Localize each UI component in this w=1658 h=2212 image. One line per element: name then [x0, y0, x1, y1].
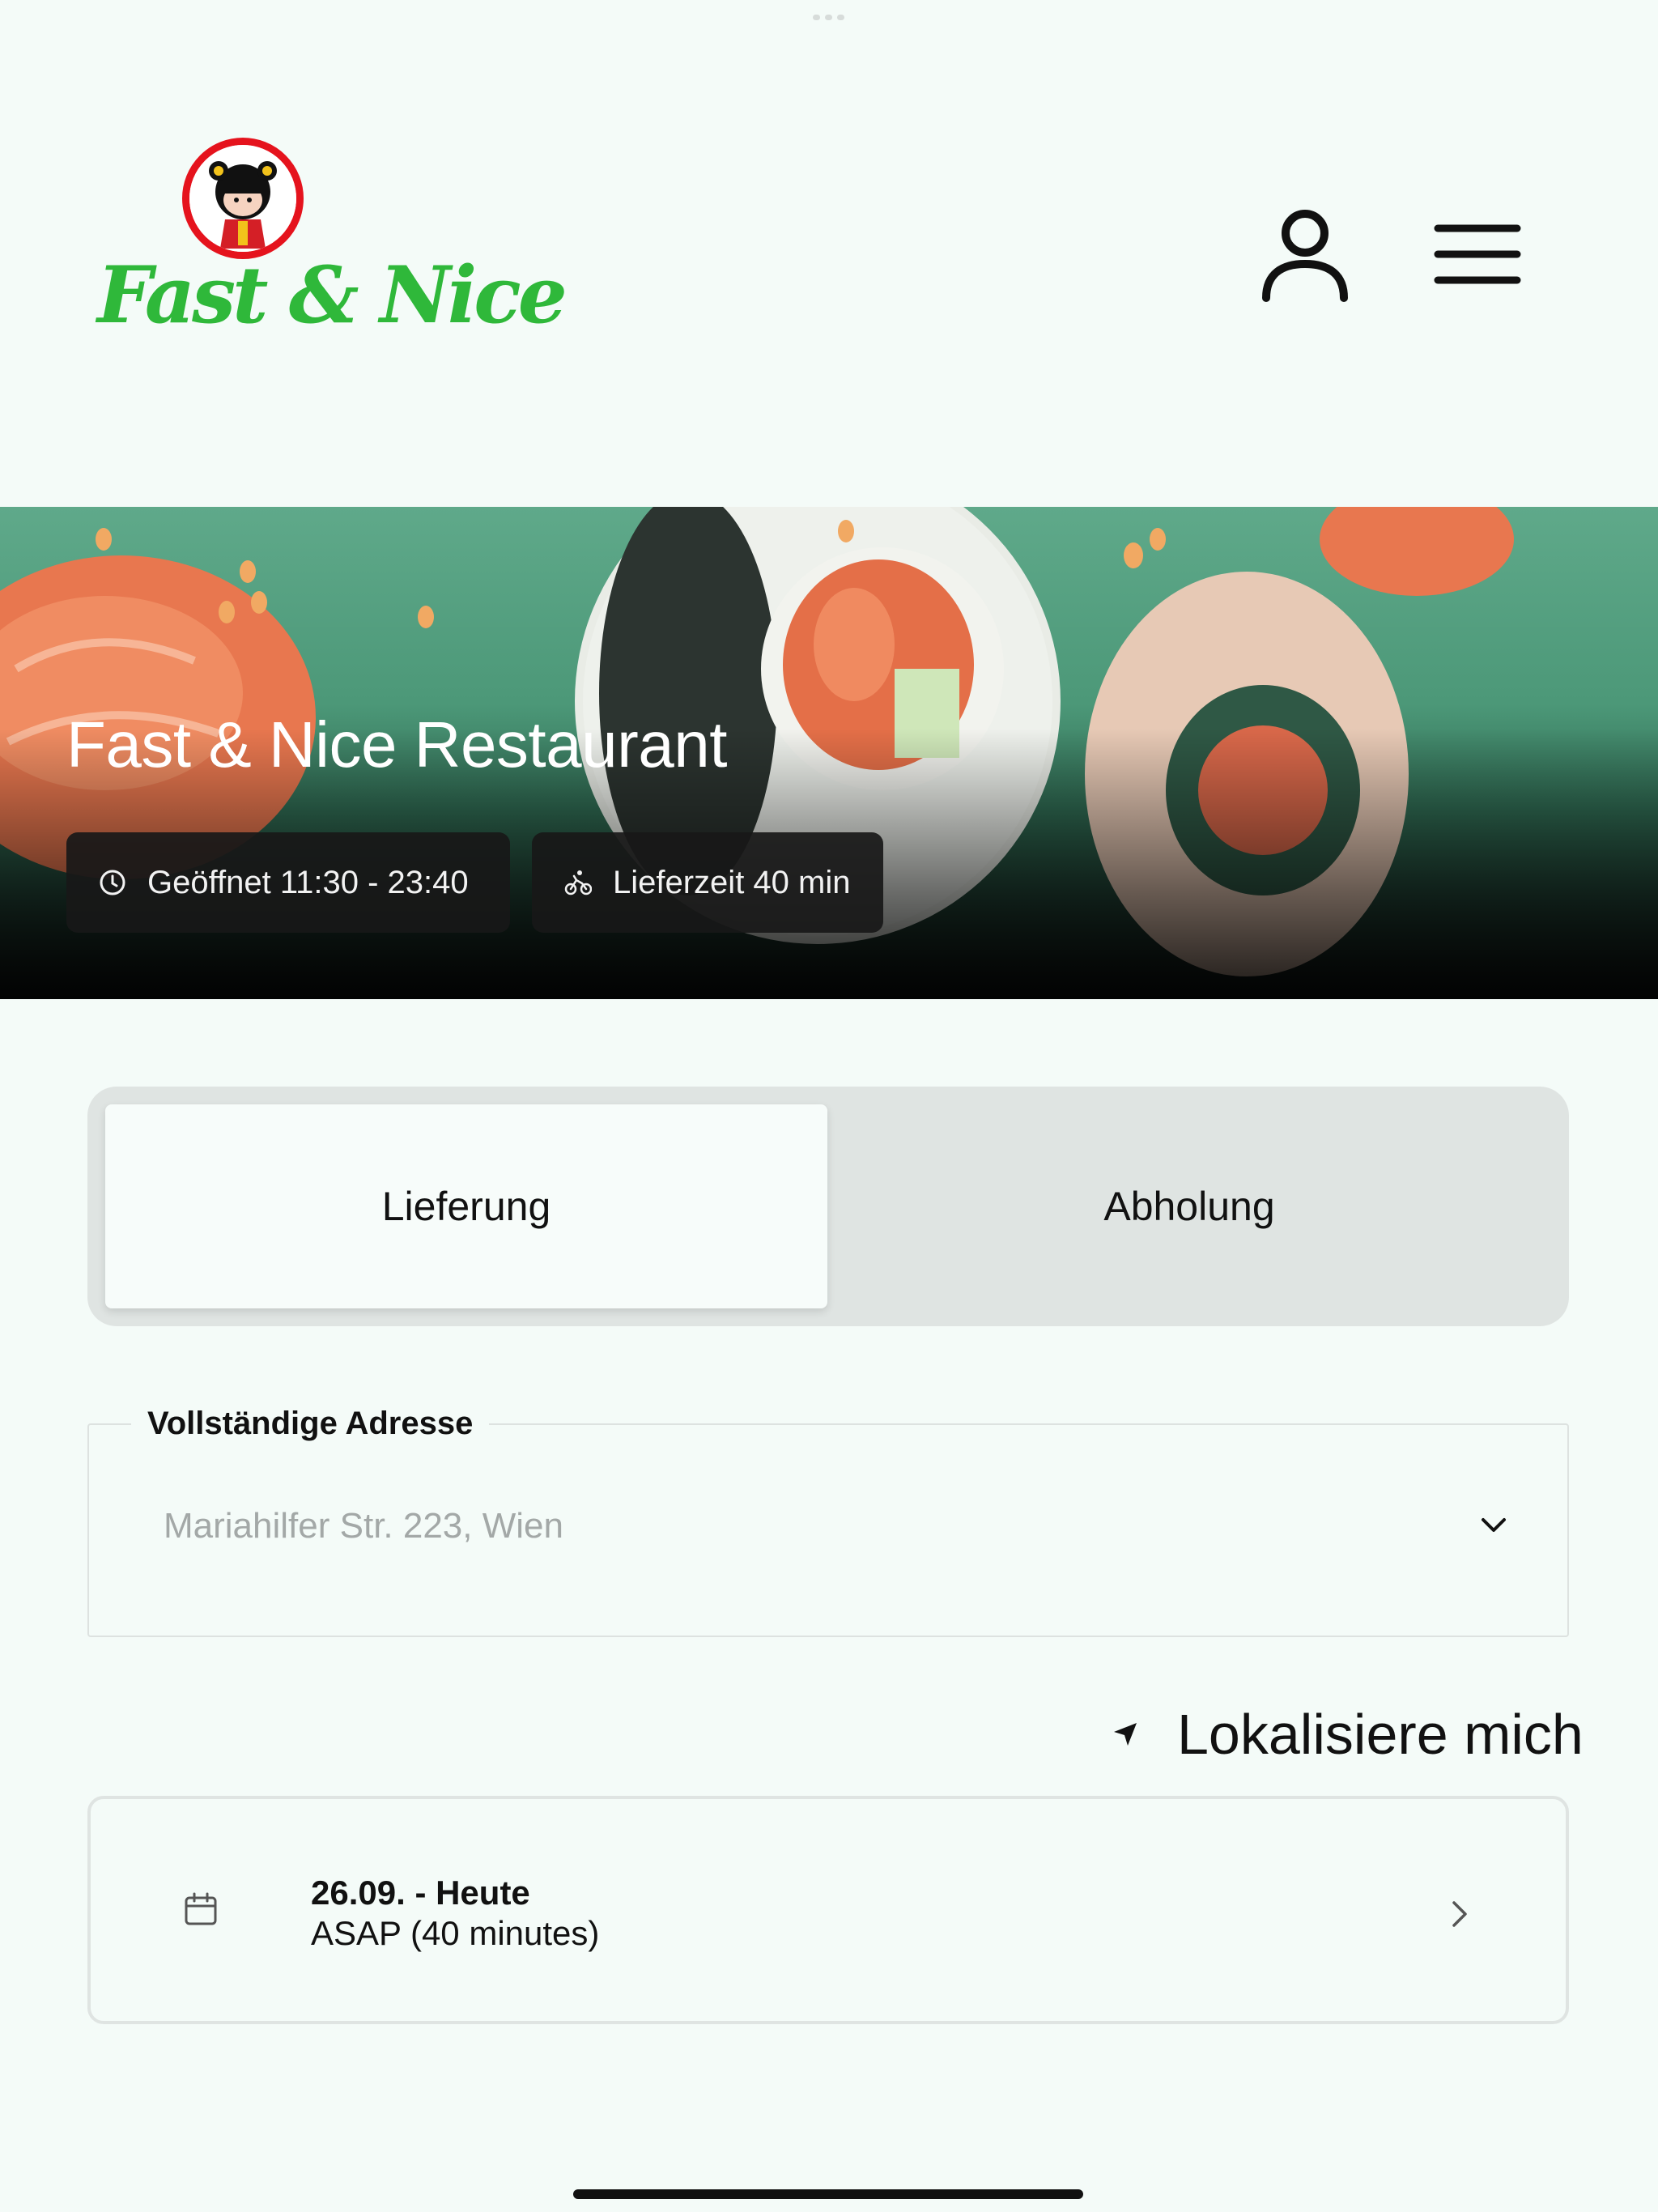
home-indicator[interactable] — [573, 2189, 1083, 2199]
schedule-date: 26.09. - Heute — [311, 1874, 530, 1912]
menu-button[interactable] — [1433, 219, 1524, 291]
clock-icon — [100, 870, 125, 895]
bike-icon — [564, 870, 592, 895]
locate-me-button[interactable]: Lokalisiere mich — [1111, 1694, 1584, 1775]
opening-hours-chip: Geöffnet 11:30 - 23:40 — [66, 832, 510, 933]
logo-mascot-icon — [182, 138, 304, 259]
address-label: Vollständige Adresse — [131, 1406, 490, 1442]
delivery-schedule-card[interactable]: 26.09. - Heute ASAP (40 minutes) — [87, 1796, 1569, 2024]
address-field: Vollständige Adresse — [87, 1406, 1569, 1637]
account-button[interactable] — [1260, 206, 1350, 303]
calendar-icon — [185, 1892, 217, 1925]
address-input[interactable] — [164, 1506, 1378, 1546]
tab-abholung[interactable]: Abholung — [827, 1104, 1551, 1308]
menu-icon — [1434, 224, 1521, 284]
order-type-toggle: Lieferung Abholung — [87, 1087, 1569, 1326]
opening-hours-label: Geöffnet 11:30 - 23:40 — [147, 864, 469, 900]
restaurant-name: Fast & Nice Restaurant — [66, 708, 728, 781]
user-icon — [1262, 210, 1348, 302]
logo[interactable]: Fast & Nice — [97, 138, 568, 341]
locate-me-label: Lokalisiere mich — [1177, 1703, 1584, 1766]
address-dropdown-button[interactable] — [1473, 1509, 1514, 1542]
chevron-down-icon — [1482, 1518, 1506, 1532]
hero-banner: Fast & Nice Restaurant Geöffnet 11:30 - … — [0, 507, 1658, 999]
location-arrow-icon — [1114, 1723, 1137, 1746]
delivery-time-label: Lieferzeit 40 min — [613, 864, 851, 900]
tab-lieferung[interactable]: Lieferung — [105, 1104, 827, 1308]
delivery-time-chip: Lieferzeit 40 min — [532, 832, 883, 933]
header: Fast & Nice — [0, 0, 1658, 507]
chevron-right-icon — [1452, 1901, 1467, 1927]
logo-text: Fast & Nice — [97, 249, 568, 341]
schedule-time: ASAP (40 minutes) — [311, 1914, 600, 1952]
